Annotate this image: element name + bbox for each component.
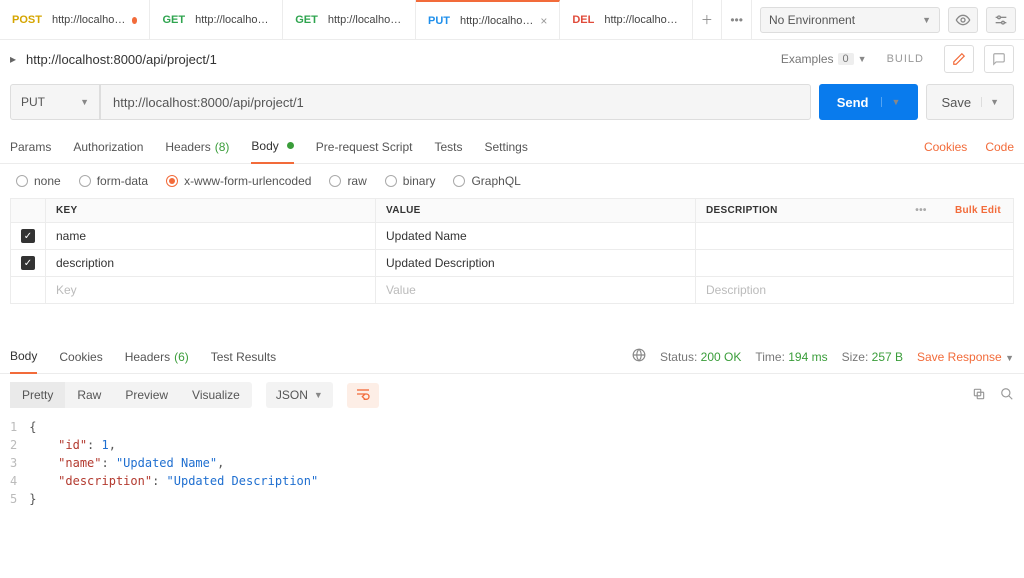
key-cell[interactable]: name [45, 223, 375, 249]
view-mode-group: Pretty Raw Preview Visualize [10, 382, 252, 408]
body-binary-radio[interactable]: binary [385, 174, 436, 188]
cookies-link[interactable]: Cookies [924, 140, 967, 154]
response-body: 12345 { "id": 1, "name": "Updated Name",… [0, 416, 1024, 530]
desc-cell[interactable] [695, 250, 899, 276]
tab-body[interactable]: Body [251, 130, 293, 164]
tab-post[interactable]: POST http://localhost:8… [0, 0, 150, 39]
code-link[interactable]: Code [985, 140, 1014, 154]
tab-get-2[interactable]: GET http://localhost:8… [283, 0, 416, 39]
wrap-lines-button[interactable] [347, 383, 379, 408]
method-select[interactable]: PUT ▼ [10, 84, 100, 120]
response-size: Size: 257 B [842, 350, 903, 364]
key-cell[interactable]: Key [45, 277, 375, 303]
response-tab-body[interactable]: Body [10, 340, 37, 374]
response-time: Time: 194 ms [755, 350, 827, 364]
row-actions-button[interactable]: ••• [899, 199, 943, 222]
view-preview[interactable]: Preview [113, 382, 180, 408]
body-raw-radio[interactable]: raw [329, 174, 366, 188]
chevron-down-icon: ▼ [922, 15, 931, 25]
response-status: Status: 200 OK [660, 350, 741, 364]
save-button[interactable]: Save ▼ [926, 84, 1014, 120]
edit-icon[interactable] [944, 45, 974, 73]
tab-authorization[interactable]: Authorization [73, 130, 143, 164]
bulk-edit-link[interactable]: Bulk Edit [955, 205, 1001, 216]
table-row: ✓ description Updated Description [11, 250, 1013, 277]
request-tabs-bar: POST http://localhost:8… GET http://loca… [0, 0, 752, 39]
row-checkbox[interactable]: ✓ [21, 229, 35, 243]
col-desc-header: DESCRIPTION [695, 199, 899, 222]
build-button[interactable]: BUILD [877, 53, 934, 65]
tab-put[interactable]: PUT http://localhost:80… × [416, 0, 560, 39]
chevron-down-icon: ▼ [80, 97, 89, 107]
chevron-down-icon[interactable]: ▼ [981, 97, 999, 107]
close-icon[interactable]: × [540, 14, 547, 28]
environment-select[interactable]: No Environment ▼ [760, 7, 940, 33]
form-data-table: KEY VALUE DESCRIPTION ••• Bulk Edit ✓ na… [10, 198, 1014, 304]
view-pretty[interactable]: Pretty [10, 382, 65, 408]
env-preview-button[interactable] [948, 7, 978, 33]
tab-settings[interactable]: Settings [485, 130, 528, 164]
comments-icon[interactable] [984, 45, 1014, 73]
expand-icon[interactable]: ▸ [10, 52, 16, 66]
view-raw[interactable]: Raw [65, 382, 113, 408]
desc-cell[interactable] [695, 223, 899, 249]
desc-cell[interactable]: Description [695, 277, 899, 303]
lang-select[interactable]: JSON ▼ [266, 382, 333, 408]
body-formdata-radio[interactable]: form-data [79, 174, 148, 188]
copy-icon[interactable] [972, 387, 986, 404]
new-tab-button[interactable]: ＋ [693, 0, 723, 39]
tab-label: http://localhost:8… [52, 14, 126, 26]
table-row: ✓ name Updated Name [11, 223, 1013, 250]
row-checkbox[interactable]: ✓ [21, 256, 35, 270]
method-label: POST [12, 14, 42, 26]
url-input[interactable]: http://localhost:8000/api/project/1 [100, 84, 811, 120]
chevron-down-icon[interactable]: ▼ [881, 97, 901, 107]
response-tab-tests[interactable]: Test Results [211, 340, 276, 374]
col-key-header: KEY [45, 199, 375, 222]
tab-tests[interactable]: Tests [434, 130, 462, 164]
response-tab-cookies[interactable]: Cookies [59, 340, 102, 374]
value-cell[interactable]: Updated Description [375, 250, 695, 276]
body-xwww-radio[interactable]: x-www-form-urlencoded [166, 174, 311, 188]
value-cell[interactable]: Updated Name [375, 223, 695, 249]
send-button[interactable]: Send ▼ [819, 84, 919, 120]
env-settings-button[interactable] [986, 7, 1016, 33]
examples-dropdown[interactable]: Examples 0 ▼ [781, 52, 867, 66]
key-cell[interactable]: description [45, 250, 375, 276]
save-response-button[interactable]: Save Response ▼ [917, 350, 1014, 364]
view-visualize[interactable]: Visualize [180, 382, 252, 408]
body-none-radio[interactable]: none [16, 174, 61, 188]
tab-prerequest[interactable]: Pre-request Script [316, 130, 413, 164]
tab-params[interactable]: Params [10, 130, 51, 164]
dirty-dot-icon [132, 17, 138, 24]
body-dirty-dot-icon [287, 142, 294, 149]
col-value-header: VALUE [375, 199, 695, 222]
request-name: http://localhost:8000/api/project/1 [26, 52, 771, 67]
table-row-empty: Key Value Description [11, 277, 1013, 303]
tab-get-1[interactable]: GET http://localhost:8… [150, 0, 283, 39]
value-cell[interactable]: Value [375, 277, 695, 303]
tab-headers[interactable]: Headers (8) [165, 130, 229, 164]
response-tab-headers[interactable]: Headers (6) [125, 340, 189, 374]
globe-icon[interactable] [632, 348, 646, 365]
tab-del[interactable]: DEL http://localhost:8… [560, 0, 692, 39]
body-graphql-radio[interactable]: GraphQL [453, 174, 520, 188]
examples-count: 0 [838, 53, 854, 65]
chevron-down-icon: ▼ [858, 54, 867, 64]
search-icon[interactable] [1000, 387, 1014, 404]
tab-overflow-button[interactable]: ••• [722, 0, 752, 39]
